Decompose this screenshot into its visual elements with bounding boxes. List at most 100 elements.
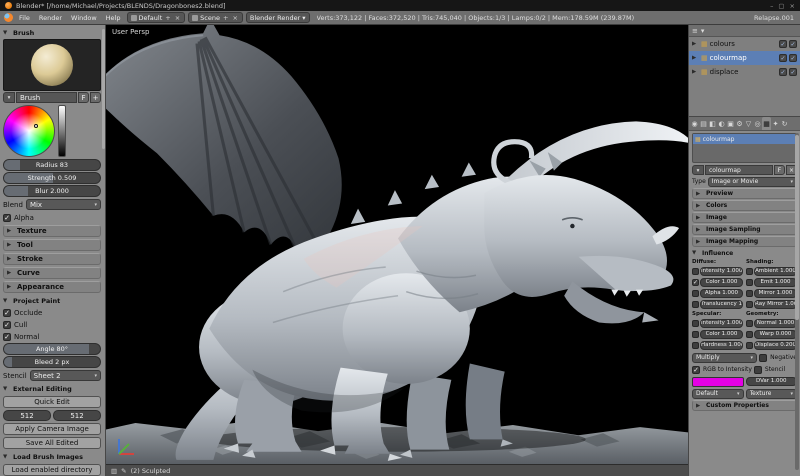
- rgb-intensity-color-swatch[interactable]: [692, 376, 744, 387]
- negative-checkbox[interactable]: Negative: [759, 352, 797, 363]
- scrollbar-thumb[interactable]: [795, 135, 799, 321]
- checkbox-icon[interactable]: [746, 330, 753, 338]
- spec-intensity-influence[interactable]: Intensity 1.000: [692, 318, 743, 328]
- texture-slot-empty[interactable]: [693, 144, 796, 154]
- project-paint-panel-header[interactable]: Project Paint: [3, 295, 101, 306]
- ambient-slider[interactable]: Ambient 1.000: [754, 266, 797, 276]
- scene-dropdown[interactable]: Scene + ×: [188, 12, 243, 23]
- 3d-viewport[interactable]: User Persp ▥ ✎ (2) Sculpted: [106, 25, 688, 476]
- editor-type-icon[interactable]: ▥: [111, 467, 117, 475]
- section-curve[interactable]: Curve: [3, 267, 101, 279]
- normal-slider[interactable]: Normal 1.000: [754, 318, 797, 328]
- color-slider[interactable]: Color 1.000: [700, 277, 743, 287]
- object-tab-icon[interactable]: ▣: [726, 117, 735, 130]
- material-tab-icon[interactable]: ◎: [753, 117, 762, 130]
- brush-panel-header[interactable]: Brush: [3, 27, 101, 38]
- menu-help[interactable]: Help: [103, 14, 124, 22]
- hardness-slider[interactable]: Hardness 1.000: [700, 340, 743, 350]
- warp-influence[interactable]: Warp 0.000: [746, 329, 797, 339]
- window-titlebar[interactable]: Blender* [/home/Michael/Projects/BLENDS/…: [0, 0, 800, 11]
- scene-remove-button[interactable]: ×: [231, 14, 238, 22]
- texture-browse-icon[interactable]: ▾: [692, 165, 704, 175]
- panel-image[interactable]: Image: [692, 212, 797, 223]
- physics-tab-icon[interactable]: ↻: [780, 117, 789, 130]
- displace-influence[interactable]: Displace 0.200: [746, 340, 797, 350]
- world-tab-icon[interactable]: ◐: [717, 117, 726, 130]
- checkbox-icon[interactable]: [746, 278, 753, 286]
- outliner-row-colourmap[interactable]: ▦ colourmap: [689, 51, 800, 65]
- rgb-to-intensity-checkbox[interactable]: RGB to Intensity: [692, 364, 752, 375]
- brush-preview[interactable]: [3, 39, 101, 91]
- strength-slider[interactable]: Strength 0.509: [3, 172, 101, 184]
- outliner-row-colours[interactable]: ▦ colours: [689, 37, 800, 51]
- render-engine-dropdown[interactable]: Blender Render ▾: [245, 12, 310, 23]
- save-all-edited-button[interactable]: Save All Edited: [3, 437, 101, 449]
- mirror-slider[interactable]: Mirror 1.000: [754, 288, 797, 298]
- bleed-slider[interactable]: Bleed 2 px: [3, 356, 101, 368]
- bump-method-dropdown[interactable]: Default ▾: [692, 388, 744, 399]
- color-value-slider[interactable]: [58, 105, 66, 157]
- render-tab-icon[interactable]: ◉: [690, 117, 699, 130]
- section-texture[interactable]: Texture: [3, 225, 101, 237]
- emit-influence[interactable]: Emit 1.000: [746, 277, 797, 287]
- spec-color-influence[interactable]: Color 1.000: [692, 329, 743, 339]
- blur-slider[interactable]: Blur 2.000: [3, 185, 101, 197]
- checkbox-icon[interactable]: [692, 278, 699, 286]
- scene-tab-icon[interactable]: ◧: [708, 117, 717, 130]
- quick-edit-button[interactable]: Quick Edit: [3, 396, 101, 408]
- section-tool[interactable]: Tool: [3, 239, 101, 251]
- checkbox-icon[interactable]: [746, 341, 753, 349]
- checkbox-icon[interactable]: [692, 289, 699, 297]
- mirror-influence[interactable]: Mirror 1.000: [746, 288, 797, 298]
- restrict-render-icon[interactable]: [789, 54, 797, 62]
- checkbox-icon[interactable]: [692, 300, 699, 308]
- brush-fake-user-button[interactable]: F: [78, 92, 89, 103]
- apply-camera-image-button[interactable]: Apply Camera Image: [3, 423, 101, 435]
- texture-type-dropdown[interactable]: Image or Movie ▾: [707, 176, 797, 187]
- color-influence[interactable]: Color 1.000: [692, 277, 743, 287]
- texture-slot-selected[interactable]: ▦ colourmap: [693, 134, 796, 144]
- intensity-slider[interactable]: Intensity 1.000: [700, 266, 743, 276]
- warp-slider[interactable]: Warp 0.000: [754, 329, 797, 339]
- outliner-row-displace[interactable]: ▦ displace: [689, 65, 800, 79]
- screen-layout-add-button[interactable]: +: [164, 14, 171, 22]
- hardness-influence[interactable]: Hardness 1.000: [692, 340, 743, 350]
- panel-custom-properties[interactable]: Custom Properties: [692, 400, 797, 411]
- menu-file[interactable]: File: [16, 14, 33, 22]
- ray-mirror-slider[interactable]: Ray Mirror 1.000: [754, 299, 797, 309]
- blender-logo-icon[interactable]: [4, 13, 13, 22]
- restrict-view-icon[interactable]: [779, 54, 787, 62]
- object-data-tab-icon[interactable]: ▽: [744, 117, 753, 130]
- section-stroke[interactable]: Stroke: [3, 253, 101, 265]
- normal-influence[interactable]: Normal 1.000: [746, 318, 797, 328]
- section-appearance[interactable]: Appearance: [3, 281, 101, 293]
- checkbox-icon[interactable]: [746, 267, 753, 275]
- window-close-button[interactable]: ×: [790, 2, 795, 10]
- translucency-slider[interactable]: Translucency 1.000: [700, 299, 743, 309]
- tool-shelf-scrollbar[interactable]: [102, 29, 105, 149]
- size-x-field[interactable]: 512: [3, 410, 51, 421]
- ambient-influence[interactable]: Ambient 1.000: [746, 266, 797, 276]
- checkbox-icon[interactable]: [692, 330, 699, 338]
- particles-tab-icon[interactable]: ✦: [771, 117, 780, 130]
- checkbox-icon[interactable]: [746, 289, 753, 297]
- occlude-checkbox[interactable]: Occlude: [3, 307, 101, 318]
- stencil-checkbox[interactable]: Stencil: [753, 364, 785, 375]
- color-wheel-cursor[interactable]: [34, 124, 38, 128]
- window-minimize-button[interactable]: –: [770, 2, 773, 10]
- modifiers-tab-icon[interactable]: ⚙: [735, 117, 744, 130]
- panel-colors[interactable]: Colors: [692, 200, 797, 211]
- brush-name-field[interactable]: Brush: [16, 92, 77, 103]
- properties-scrollbar[interactable]: [795, 133, 799, 470]
- outliner-filter-icon[interactable]: ▾: [701, 27, 705, 35]
- window-maximize-button[interactable]: ▢: [778, 2, 784, 10]
- load-enabled-directory-button[interactable]: Load enabled directory: [3, 464, 101, 476]
- checkbox-icon[interactable]: [692, 267, 699, 275]
- spec-color-slider[interactable]: Color 1.000: [700, 329, 743, 339]
- texture-slot-empty[interactable]: [693, 154, 796, 164]
- influence-panel-header[interactable]: Influence: [692, 248, 797, 258]
- color-wheel[interactable]: [3, 105, 55, 157]
- normal-checkbox[interactable]: Normal: [3, 331, 101, 342]
- blend-mode-dropdown[interactable]: Mix ▾: [25, 199, 101, 210]
- screen-layout-remove-button[interactable]: ×: [174, 14, 181, 22]
